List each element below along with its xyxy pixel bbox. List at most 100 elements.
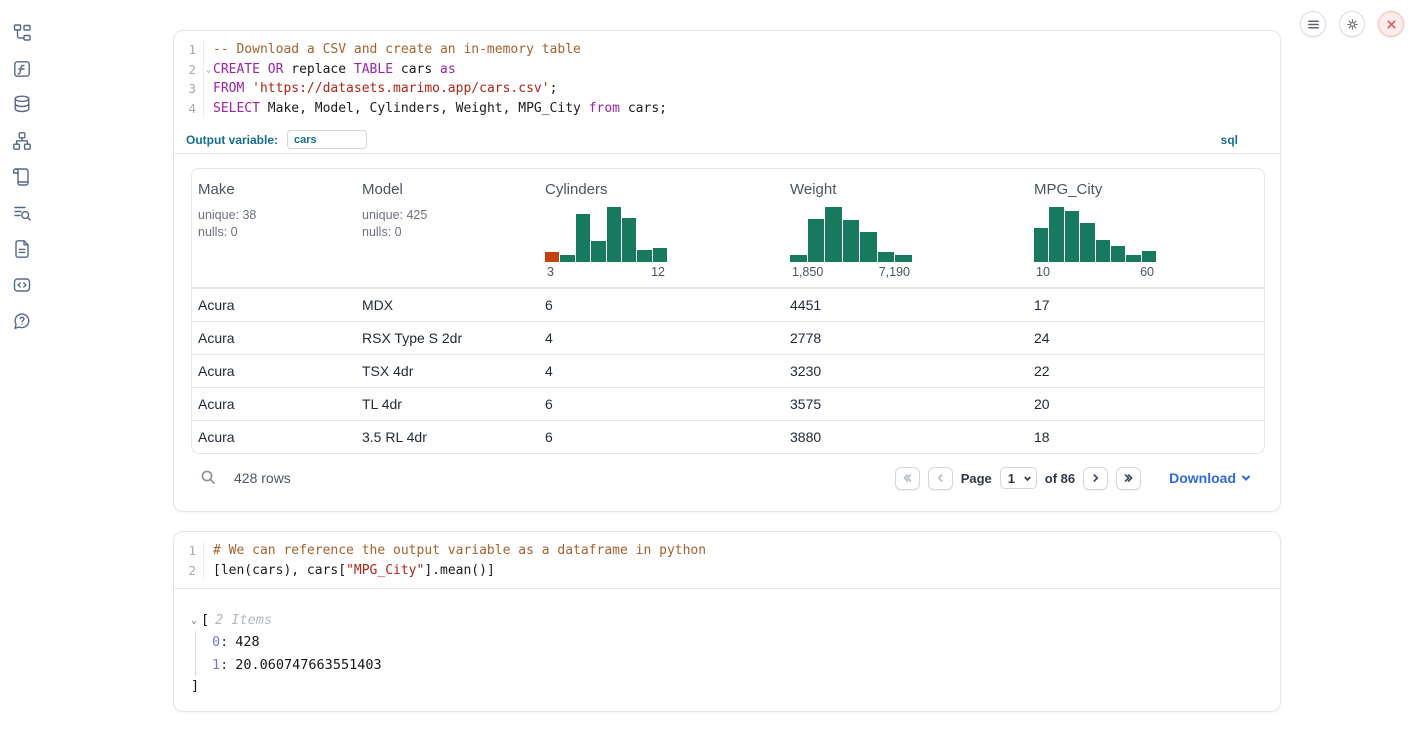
code-token: 'https://datasets.marimo.app/cars.csv' xyxy=(252,81,549,96)
histogram-bar xyxy=(1142,251,1156,262)
histogram-bar xyxy=(808,219,825,262)
output-variable-input[interactable] xyxy=(287,130,367,149)
line-number: 1 xyxy=(174,40,204,60)
language-badge[interactable]: sql xyxy=(1221,133,1238,147)
column-title: Cylinders xyxy=(545,181,784,201)
first-page-button[interactable] xyxy=(895,467,920,490)
histogram-bar xyxy=(607,207,621,262)
python-code-editor[interactable]: 1# We can reference the output variable … xyxy=(174,532,1280,589)
column-title: Weight xyxy=(790,181,1028,201)
code-text[interactable]: FROM 'https://datasets.marimo.app/cars.c… xyxy=(213,79,557,99)
collapse-chevron-icon[interactable]: ⌄ xyxy=(191,615,197,626)
file-tree-icon[interactable] xyxy=(11,22,33,44)
logs-search-icon[interactable] xyxy=(11,202,33,224)
histogram-bar xyxy=(591,241,605,262)
close-bracket: ] xyxy=(191,676,1280,696)
histogram-bar xyxy=(895,255,912,262)
code-text[interactable]: -- Download a CSV and create an in-memor… xyxy=(213,40,581,60)
axis-min-label: 10 xyxy=(1036,265,1050,279)
variables-function-icon[interactable] xyxy=(11,58,33,80)
chevron-down-icon xyxy=(1023,474,1032,483)
table-cell: 18 xyxy=(1028,429,1260,445)
data-table: Makeunique: 38nulls: 0Modelunique: 425nu… xyxy=(191,168,1265,454)
download-button[interactable]: Download xyxy=(1169,470,1251,486)
table-cell: 22 xyxy=(1028,363,1260,379)
tree-entry[interactable]: 0:428 xyxy=(212,631,1280,654)
code-text[interactable]: [len(cars), cars["MPG_City"].mean()] xyxy=(213,561,495,581)
histogram-bar xyxy=(1065,211,1079,262)
code-token: -- Download a CSV and create an in-memor… xyxy=(213,42,581,57)
code-line: 1# We can reference the output variable … xyxy=(174,541,1280,561)
line-number-text: 2 xyxy=(188,62,196,77)
menu-hamburger-icon[interactable] xyxy=(1300,11,1326,37)
code-token: TABLE xyxy=(354,62,393,77)
scratchpad-scroll-icon[interactable] xyxy=(11,166,33,188)
next-page-button[interactable] xyxy=(1083,467,1108,490)
snippets-code-icon[interactable] xyxy=(11,274,33,296)
code-token: Make, Model, Cylinders, Weight, MPG_City xyxy=(260,101,589,116)
code-line: 2⌄CREATE OR replace TABLE cars as xyxy=(174,60,1280,80)
column-header-mpg_city[interactable]: MPG_City1060 xyxy=(1028,181,1260,279)
table-row[interactable]: AcuraTL 4dr6357520 xyxy=(192,387,1264,420)
column-header-make[interactable]: Makeunique: 38nulls: 0 xyxy=(192,181,356,279)
histogram xyxy=(1034,207,1156,262)
column-title: Model xyxy=(362,181,539,201)
histogram-bar xyxy=(545,252,559,262)
shutdown-close-icon[interactable] xyxy=(1378,11,1404,37)
documentation-file-icon[interactable] xyxy=(11,238,33,260)
histogram-bar xyxy=(1049,207,1063,262)
stat-line: unique: 425 xyxy=(362,207,539,224)
code-token: # We can reference the output variable a… xyxy=(213,543,706,558)
datasources-database-icon[interactable] xyxy=(11,93,33,115)
code-line: 4SELECT Make, Model, Cylinders, Weight, … xyxy=(174,99,1280,119)
table-cell: Acura xyxy=(192,330,356,346)
fold-chevron-icon[interactable]: ⌄ xyxy=(206,61,211,81)
column-header-model[interactable]: Model unique: 425nulls: 0 xyxy=(356,181,539,279)
code-token xyxy=(244,81,252,96)
pagination: Page 1 of 86 Download xyxy=(895,467,1263,490)
sql-cell: 1 -- Download a CSV and create an in-memo… xyxy=(173,30,1281,512)
table-cell: 20 xyxy=(1028,396,1260,412)
column-header-cylinders[interactable]: Cylinders312 xyxy=(539,181,784,279)
table-cell: 4 xyxy=(539,330,784,346)
column-stats: unique: 425nulls: 0 xyxy=(362,207,539,240)
tree-entry-key: 1 xyxy=(212,657,220,673)
table-cell: Acura xyxy=(192,363,356,379)
sidebar xyxy=(0,0,44,729)
table-body: AcuraMDX6445117AcuraRSX Type S 2dr427782… xyxy=(192,288,1264,453)
code-text[interactable]: CREATE OR replace TABLE cars as xyxy=(213,60,456,80)
output-variable-label: Output variable: xyxy=(186,133,278,147)
code-token: SELECT xyxy=(213,101,260,116)
code-text[interactable]: SELECT Make, Model, Cylinders, Weight, M… xyxy=(213,99,667,119)
download-label: Download xyxy=(1169,470,1236,486)
code-text[interactable]: # We can reference the output variable a… xyxy=(213,541,706,561)
column-header-weight[interactable]: Weight1,8507,190 xyxy=(784,181,1028,279)
table-cell: TSX 4dr xyxy=(356,363,539,379)
last-page-button[interactable] xyxy=(1116,467,1141,490)
tree-entry[interactable]: 1:20.060747663551403 xyxy=(212,654,1280,677)
table-row[interactable]: Acura3.5 RL 4dr6388018 xyxy=(192,420,1264,453)
histogram-bar xyxy=(1080,223,1094,262)
settings-gear-icon[interactable] xyxy=(1339,11,1365,37)
tree-root[interactable]: ⌄ [ 2 Items xyxy=(191,609,1280,631)
search-icon[interactable] xyxy=(200,469,218,487)
dependency-graph-icon[interactable] xyxy=(11,130,33,152)
line-number-text: 2 xyxy=(188,563,196,578)
line-number: 2⌄ xyxy=(174,60,204,80)
code-line: 2 [len(cars), cars["MPG_City"].mean()] xyxy=(174,561,1280,581)
table-row[interactable]: AcuraRSX Type S 2dr4277824 xyxy=(192,321,1264,354)
tree-entry-colon: : xyxy=(220,634,228,650)
sql-code-editor[interactable]: 1 -- Download a CSV and create an in-memo… xyxy=(174,31,1280,126)
table-row[interactable]: AcuraTSX 4dr4323022 xyxy=(192,354,1264,387)
stat-line: unique: 38 xyxy=(198,207,356,224)
table-cell: MDX xyxy=(356,297,539,313)
help-question-icon[interactable] xyxy=(11,310,33,332)
table-row[interactable]: AcuraMDX6445117 xyxy=(192,288,1264,321)
page-select[interactable]: 1 xyxy=(1000,467,1037,489)
histogram xyxy=(545,207,667,262)
code-line: 1 -- Download a CSV and create an in-memo… xyxy=(174,40,1280,60)
previous-page-button[interactable] xyxy=(928,467,953,490)
line-number-text: 1 xyxy=(188,42,196,57)
column-title: Make xyxy=(198,181,356,201)
histogram-bar xyxy=(560,255,574,262)
